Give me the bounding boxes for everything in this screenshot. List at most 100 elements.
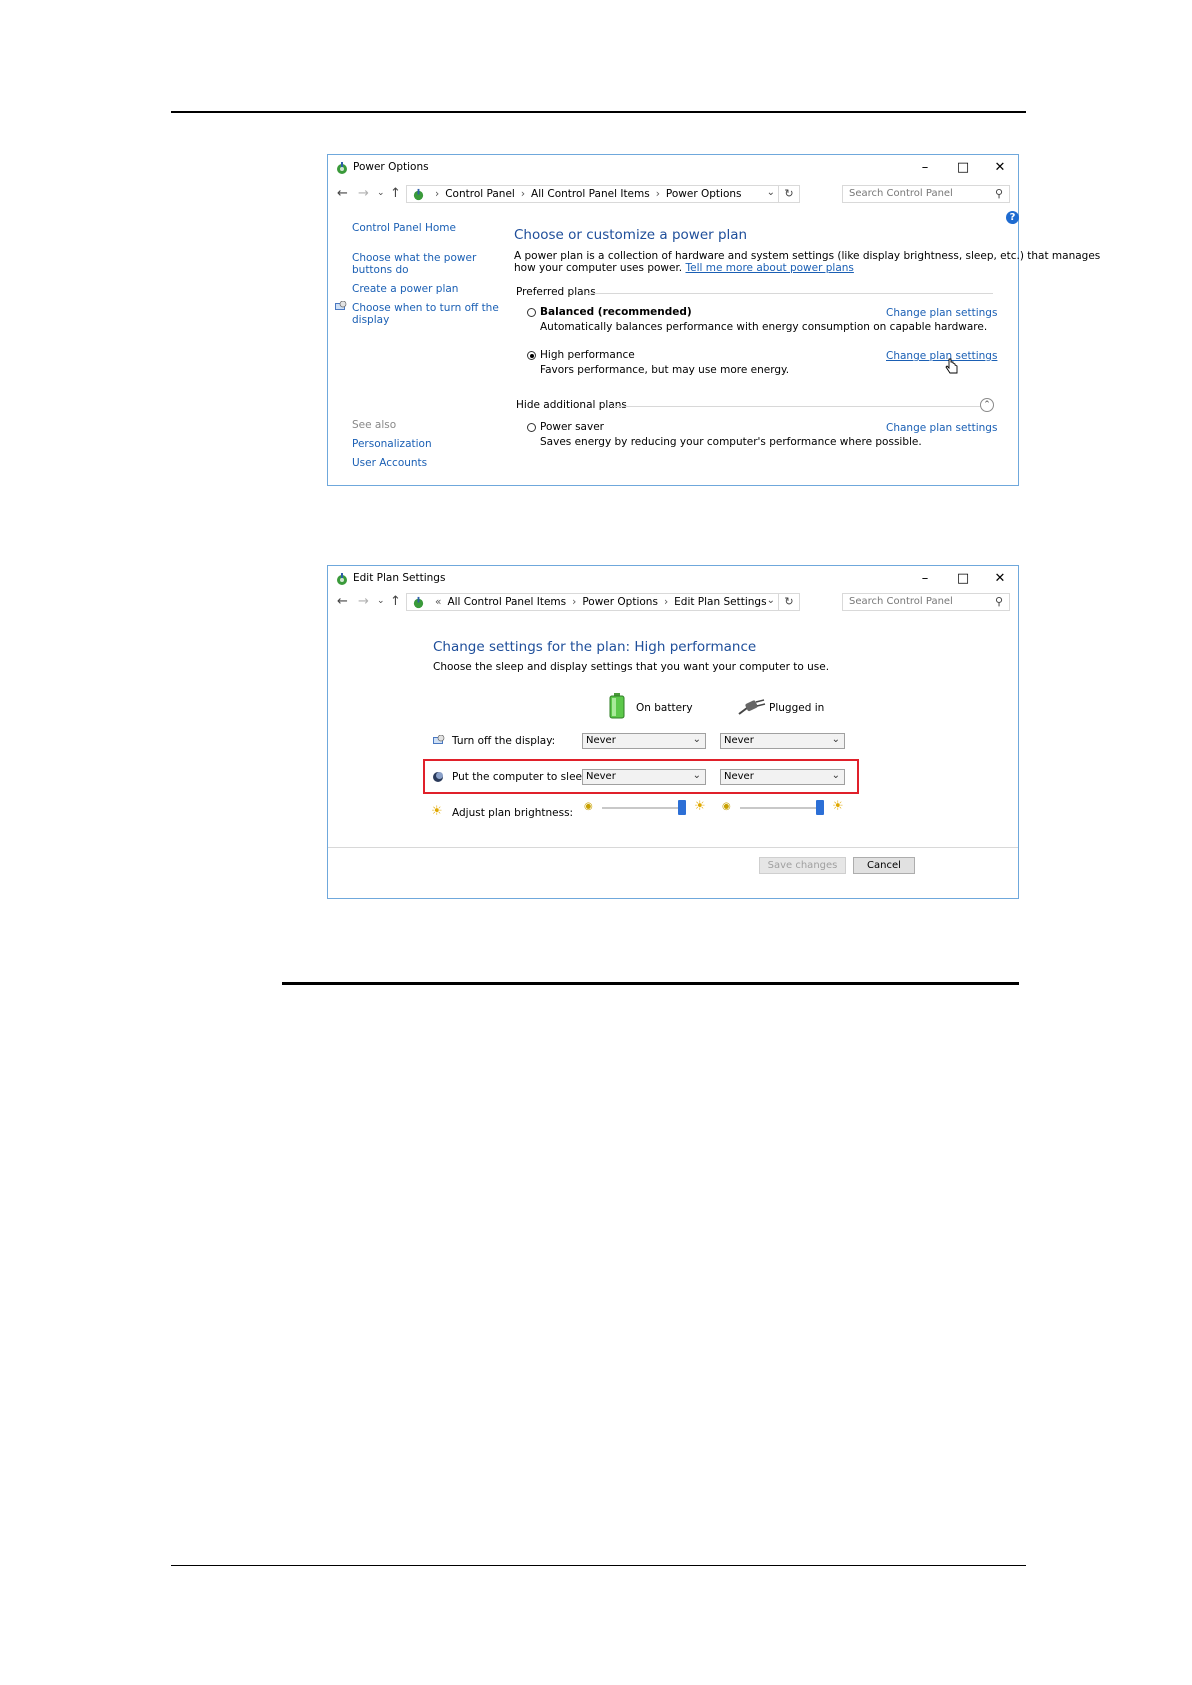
window-title: Power Options	[353, 161, 429, 173]
change-plan-balanced-link[interactable]: Change plan settings	[886, 307, 997, 319]
sidebar-create-plan[interactable]: Create a power plan	[352, 283, 458, 295]
change-plan-high-performance-link[interactable]: Change plan settings	[886, 350, 997, 362]
sidebar-turn-off-display-line2[interactable]: display	[352, 314, 389, 326]
sleep-battery-select[interactable]: Never ⌄	[582, 769, 706, 785]
slider-thumb[interactable]	[678, 800, 686, 815]
address-bar[interactable]: «All Control Panel Items › Power Options › E…	[406, 593, 800, 611]
preferred-plans-divider	[588, 293, 993, 294]
breadcrumb-power-options[interactable]: Power Options	[582, 596, 658, 608]
control-panel-icon	[413, 596, 424, 609]
radio-high-performance[interactable]	[527, 351, 536, 360]
preferred-plans-label: Preferred plans	[516, 286, 596, 298]
forward-arrow-icon[interactable]: →	[358, 594, 369, 609]
bright-sun-icon: ☀	[832, 799, 844, 814]
figure-bottom-rule	[282, 982, 1019, 985]
minimize-button[interactable]: –	[910, 158, 940, 178]
address-dropdown-icon[interactable]: ⌄	[767, 595, 775, 606]
refresh-icon[interactable]: ↻	[778, 185, 799, 203]
plan-power-saver-desc: Saves energy by reducing your computer's…	[540, 436, 922, 448]
sleep-plugged-select[interactable]: Never ⌄	[720, 769, 845, 785]
plan-high-performance-desc: Favors performance, but may use more ene…	[540, 364, 790, 376]
search-icon[interactable]: ⚲	[995, 595, 1003, 608]
radio-balanced[interactable]	[527, 308, 536, 317]
sidebar-control-panel-home[interactable]: Control Panel Home	[352, 222, 456, 234]
title-bar: Power Options – □ ✕	[328, 155, 1018, 181]
display-settings-icon	[335, 301, 347, 310]
back-arrow-icon[interactable]: ←	[337, 186, 348, 201]
power-options-icon	[337, 573, 347, 585]
display-plugged-select[interactable]: Never ⌄	[720, 733, 845, 749]
address-dropdown-icon[interactable]: ⌄	[767, 187, 775, 198]
tell-me-more-link[interactable]: Tell me more about power plans	[686, 262, 854, 274]
search-icon[interactable]: ⚲	[995, 187, 1003, 200]
recent-chevron-icon[interactable]: ⌄	[377, 596, 385, 606]
close-button[interactable]: ✕	[985, 158, 1015, 178]
forward-arrow-icon[interactable]: →	[358, 186, 369, 201]
change-plan-power-saver-link[interactable]: Change plan settings	[886, 422, 997, 434]
page-heading: Change settings for the plan: High perfo…	[433, 639, 757, 655]
up-arrow-icon[interactable]: ↑	[390, 594, 401, 609]
brightness-battery-slider[interactable]: ◉ ☀	[584, 798, 714, 820]
navigation-bar: ← → ⌄ ↑ › Control Panel › All Control Panel…	[328, 182, 1018, 208]
slider-track	[740, 807, 820, 809]
sidebar-turn-off-display[interactable]: Choose when to turn off the	[352, 302, 499, 314]
minimize-button[interactable]: –	[910, 569, 940, 589]
hand-cursor-icon	[945, 358, 958, 374]
address-bar[interactable]: › Control Panel › All Control Panel Items › P…	[406, 185, 800, 203]
power-options-window: Power Options – □ ✕ ← → ⌄ ↑ › Control Pan…	[327, 154, 1100, 486]
sleep-plugged-value: Never	[724, 771, 754, 782]
sidebar-personalization[interactable]: Personalization	[352, 438, 432, 450]
brightness-label: Adjust plan brightness:	[452, 807, 574, 819]
turn-off-display-label: Turn off the display:	[452, 735, 556, 747]
hide-additional-plans-label[interactable]: Hide additional plans	[516, 399, 627, 411]
plug-icon	[738, 699, 766, 715]
save-changes-button[interactable]: Save changes	[759, 857, 846, 874]
edit-plan-settings-window: Edit Plan Settings – □ ✕ ← → ⌄ ↑ «All Co…	[327, 565, 1019, 899]
dim-sun-icon: ◉	[722, 801, 731, 812]
sidebar-user-accounts[interactable]: User Accounts	[352, 457, 427, 469]
breadcrumb-control-panel[interactable]: Control Panel	[445, 188, 515, 200]
bright-sun-icon: ☀	[694, 799, 706, 814]
chevron-down-icon: ⌄	[831, 770, 840, 781]
breadcrumb: «All Control Panel Items › Power Options › E…	[435, 596, 767, 608]
search-placeholder: Search Control Panel	[849, 188, 953, 199]
title-bar: Edit Plan Settings – □ ✕	[328, 566, 1018, 592]
navigation-bar: ← → ⌄ ↑ «All Control Panel Items › Power O…	[328, 590, 1018, 616]
top-rule	[171, 111, 1026, 113]
breadcrumb-all-items[interactable]: All Control Panel Items	[447, 596, 566, 608]
page-heading: Choose or customize a power plan	[514, 227, 748, 243]
sleep-label: Put the computer to sleep:	[452, 771, 593, 783]
up-arrow-icon[interactable]: ↑	[390, 186, 401, 201]
display-plugged-value: Never	[724, 735, 754, 746]
sidebar-power-buttons[interactable]: Choose what the power	[352, 252, 476, 264]
breadcrumb-power-options[interactable]: Power Options	[666, 188, 742, 200]
refresh-icon[interactable]: ↻	[778, 593, 799, 611]
battery-icon	[609, 693, 625, 719]
recent-chevron-icon[interactable]: ⌄	[377, 188, 385, 198]
maximize-button[interactable]: □	[948, 158, 978, 178]
slider-track	[602, 807, 682, 809]
radio-power-saver[interactable]	[527, 423, 536, 432]
display-battery-select[interactable]: Never ⌄	[582, 733, 706, 749]
footer-divider	[328, 847, 1018, 848]
maximize-button[interactable]: □	[948, 569, 978, 589]
search-box[interactable]: Search Control Panel ⚲	[842, 593, 1010, 611]
plugged-in-label: Plugged in	[769, 702, 825, 714]
close-button[interactable]: ✕	[985, 569, 1015, 589]
power-options-icon	[337, 162, 347, 174]
breadcrumb-edit-plan-settings[interactable]: Edit Plan Settings	[674, 596, 766, 608]
breadcrumb-all-items[interactable]: All Control Panel Items	[531, 188, 650, 200]
description-line2: how your computer uses power. Tell me mo…	[514, 262, 854, 274]
back-arrow-icon[interactable]: ←	[337, 594, 348, 609]
page-subheading: Choose the sleep and display settings th…	[433, 661, 830, 673]
sidebar-power-buttons-line2[interactable]: buttons do	[352, 264, 409, 276]
slider-thumb[interactable]	[816, 800, 824, 815]
collapse-chevron-icon[interactable]: ⌃	[980, 398, 994, 412]
search-placeholder: Search Control Panel	[849, 596, 953, 607]
display-battery-value: Never	[586, 735, 616, 746]
cancel-button[interactable]: Cancel	[853, 857, 915, 874]
brightness-plugged-slider[interactable]: ◉ ☀	[722, 798, 852, 820]
help-icon[interactable]: ?	[1006, 211, 1019, 224]
breadcrumb: › Control Panel › All Control Panel Items › P…	[435, 188, 742, 200]
search-box[interactable]: Search Control Panel ⚲	[842, 185, 1010, 203]
